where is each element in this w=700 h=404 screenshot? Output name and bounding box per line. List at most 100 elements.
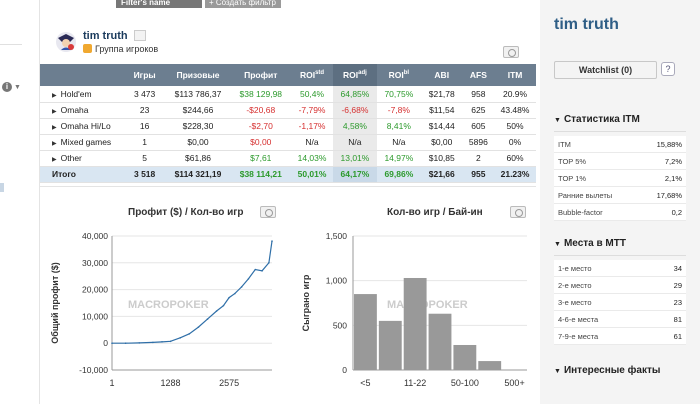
column-header-profit[interactable]: Профит: [230, 64, 292, 86]
x-tick-label: 1: [109, 378, 114, 388]
table-cell: $7,61: [230, 150, 292, 167]
table-cell: -$20,68: [230, 102, 292, 119]
column-header-roi-std[interactable]: ROIstd: [291, 64, 333, 86]
stats-table-header: Игры Призовые Профит ROIstd ROIadj ROIbl…: [40, 64, 536, 86]
y-tick-label: 0: [103, 338, 108, 348]
profit-chart: 40,000 30,000 20,000 10,000 0 -10,0001 1288 257…: [50, 231, 273, 388]
watermark-text: MACROPOKER: [387, 299, 468, 311]
expand-triangle-icon[interactable]: ▶: [52, 157, 57, 163]
table-cell: 60%: [494, 150, 536, 167]
y-tick-label: -10,000: [79, 365, 108, 375]
profit-point: [111, 342, 113, 344]
expand-triangle-icon[interactable]: ▶: [52, 93, 57, 99]
player-group-label[interactable]: Группа игроков: [95, 44, 158, 54]
games-chart-title: Кол-во игр / Бай-ин: [387, 207, 483, 218]
column-header-itm[interactable]: ITM: [494, 64, 536, 86]
collapse-triangle-icon[interactable]: ▼: [554, 117, 561, 124]
y-tick-label: 1,000: [326, 276, 348, 286]
table-cell: 3 473: [123, 86, 166, 103]
table-cell: 958: [462, 86, 495, 103]
table-cell: -7,8%: [376, 102, 421, 119]
bar-<5: [354, 294, 377, 370]
x-tick-label: 500+: [504, 378, 524, 388]
info-icon[interactable]: i: [2, 82, 12, 92]
table-cell: $244,66: [165, 102, 231, 119]
help-button[interactable]: ?: [661, 62, 675, 76]
camera-icon[interactable]: [260, 206, 276, 218]
expand-triangle-icon[interactable]: ▶: [52, 141, 57, 147]
table-cell: 20.9%: [494, 86, 536, 103]
profit-line: [112, 241, 273, 344]
player-badge-icon: [134, 30, 146, 41]
table-cell: $114 321,19: [165, 166, 231, 183]
player-name[interactable]: tim truth: [83, 30, 128, 42]
table-total-row: Итого 3 518 $114 321,19 $38 114,21 50,01…: [40, 166, 536, 183]
left-edge-panel: i ▼: [0, 0, 40, 404]
column-header-abi[interactable]: ABI: [420, 64, 463, 86]
expand-triangle-icon[interactable]: ▶: [52, 125, 57, 131]
facts-section: ▼ Интересные факты: [554, 364, 686, 392]
table-cell: $38 129,98: [230, 86, 292, 103]
table-row[interactable]: ▶ Other 5 $61,86 $7,61 14,03% 13,01% 14,9…: [40, 150, 536, 167]
table-cell: -7,79%: [291, 102, 333, 119]
column-header-roi-bl[interactable]: ROIbl: [376, 64, 421, 86]
facts-header[interactable]: ▼ Интересные факты: [554, 364, 686, 392]
watchlist-button[interactable]: Watchlist (0): [554, 61, 657, 79]
sidebar: tim truth Watchlist (0) ? ▼ Статистика IT…: [540, 0, 700, 404]
table-row[interactable]: ▶ Mixed games 1 $0,00 $0,00 N/a N/a N/a $…: [40, 134, 536, 151]
table-cell: 50,4%: [291, 86, 333, 103]
list-item: TOP 5% 7,2%: [554, 153, 686, 170]
table-cell: $14,44: [420, 118, 463, 135]
table-cell: N/a: [376, 134, 421, 151]
table-cell: 14,97%: [376, 150, 421, 167]
table-cell: ▶ Other: [40, 150, 124, 167]
table-cell: -6,68%: [332, 102, 377, 119]
profit-point: [161, 341, 163, 343]
profit-point: [233, 292, 236, 295]
chevron-down-icon[interactable]: ▼: [14, 84, 21, 91]
profit-point: [188, 333, 191, 335]
filter-toolbar: Filter's name + Создать фильтр: [116, 0, 281, 8]
y-tick-label: 20,000: [82, 285, 108, 295]
x-tick-label: 1288: [161, 378, 181, 388]
camera-icon[interactable]: [503, 46, 519, 58]
column-header-afs[interactable]: AFS: [462, 64, 495, 86]
table-cell: $113 786,37: [165, 86, 231, 103]
table-row[interactable]: ▶ Omaha 23 $244,66 -$20,68 -7,79% -6,68% …: [40, 102, 536, 119]
collapse-triangle-icon[interactable]: ▼: [554, 241, 561, 248]
camera-icon[interactable]: [510, 206, 526, 218]
table-cell: $0,00: [165, 134, 231, 151]
column-header-prize[interactable]: Призовые: [165, 64, 231, 86]
sidebar-player-name: tim truth: [554, 16, 619, 33]
mtt-places-header[interactable]: ▼ Места в МТТ: [554, 238, 686, 256]
bar-100-500: [478, 361, 502, 370]
games-chart: 1,500 1,000 500 0 Сыграно игр MACROPOKER <5 11-…: [301, 231, 527, 388]
table-cell: 14,03%: [291, 150, 333, 167]
profit-point: [268, 262, 270, 264]
list-item: 3-е место 23: [554, 294, 686, 311]
bar-11-22: [403, 277, 427, 370]
column-header-games[interactable]: Игры: [123, 64, 166, 86]
profit-chart-title: Профит ($) / Кол-во игр: [128, 207, 244, 218]
expand-triangle-icon[interactable]: ▶: [52, 109, 57, 115]
table-cell: $0,00: [230, 134, 292, 151]
column-header-game: [40, 64, 124, 86]
table-row[interactable]: ▶ Hold'em 3 473 $113 786,37 $38 129,98 50…: [40, 86, 536, 103]
collapse-triangle-icon[interactable]: ▼: [554, 368, 561, 375]
column-header-roi-adj[interactable]: ROIadj: [332, 64, 377, 86]
table-cell: N/a: [291, 134, 333, 151]
list-item: 1-е место 34: [554, 260, 686, 277]
filter-name-input[interactable]: Filter's name: [116, 0, 202, 8]
profit-point: [271, 240, 273, 242]
create-filter-button[interactable]: + Создать фильтр: [205, 0, 281, 8]
table-cell: $21,78: [420, 86, 463, 103]
bar-22-50: [428, 313, 452, 370]
table-row[interactable]: ▶ Omaha Hi/Lo 16 $228,30 -$2,70 -1,17% 4,…: [40, 118, 536, 135]
itm-stats-header[interactable]: ▼ Статистика ITM: [554, 114, 686, 132]
left-edge-divider: [0, 44, 22, 45]
table-cell: 1: [123, 134, 166, 151]
x-tick-label: 11-22: [404, 378, 426, 388]
y-tick-label: 1,500: [326, 231, 348, 241]
table-cell: $0,00: [420, 134, 463, 151]
table-cell: $10,85: [420, 150, 463, 167]
